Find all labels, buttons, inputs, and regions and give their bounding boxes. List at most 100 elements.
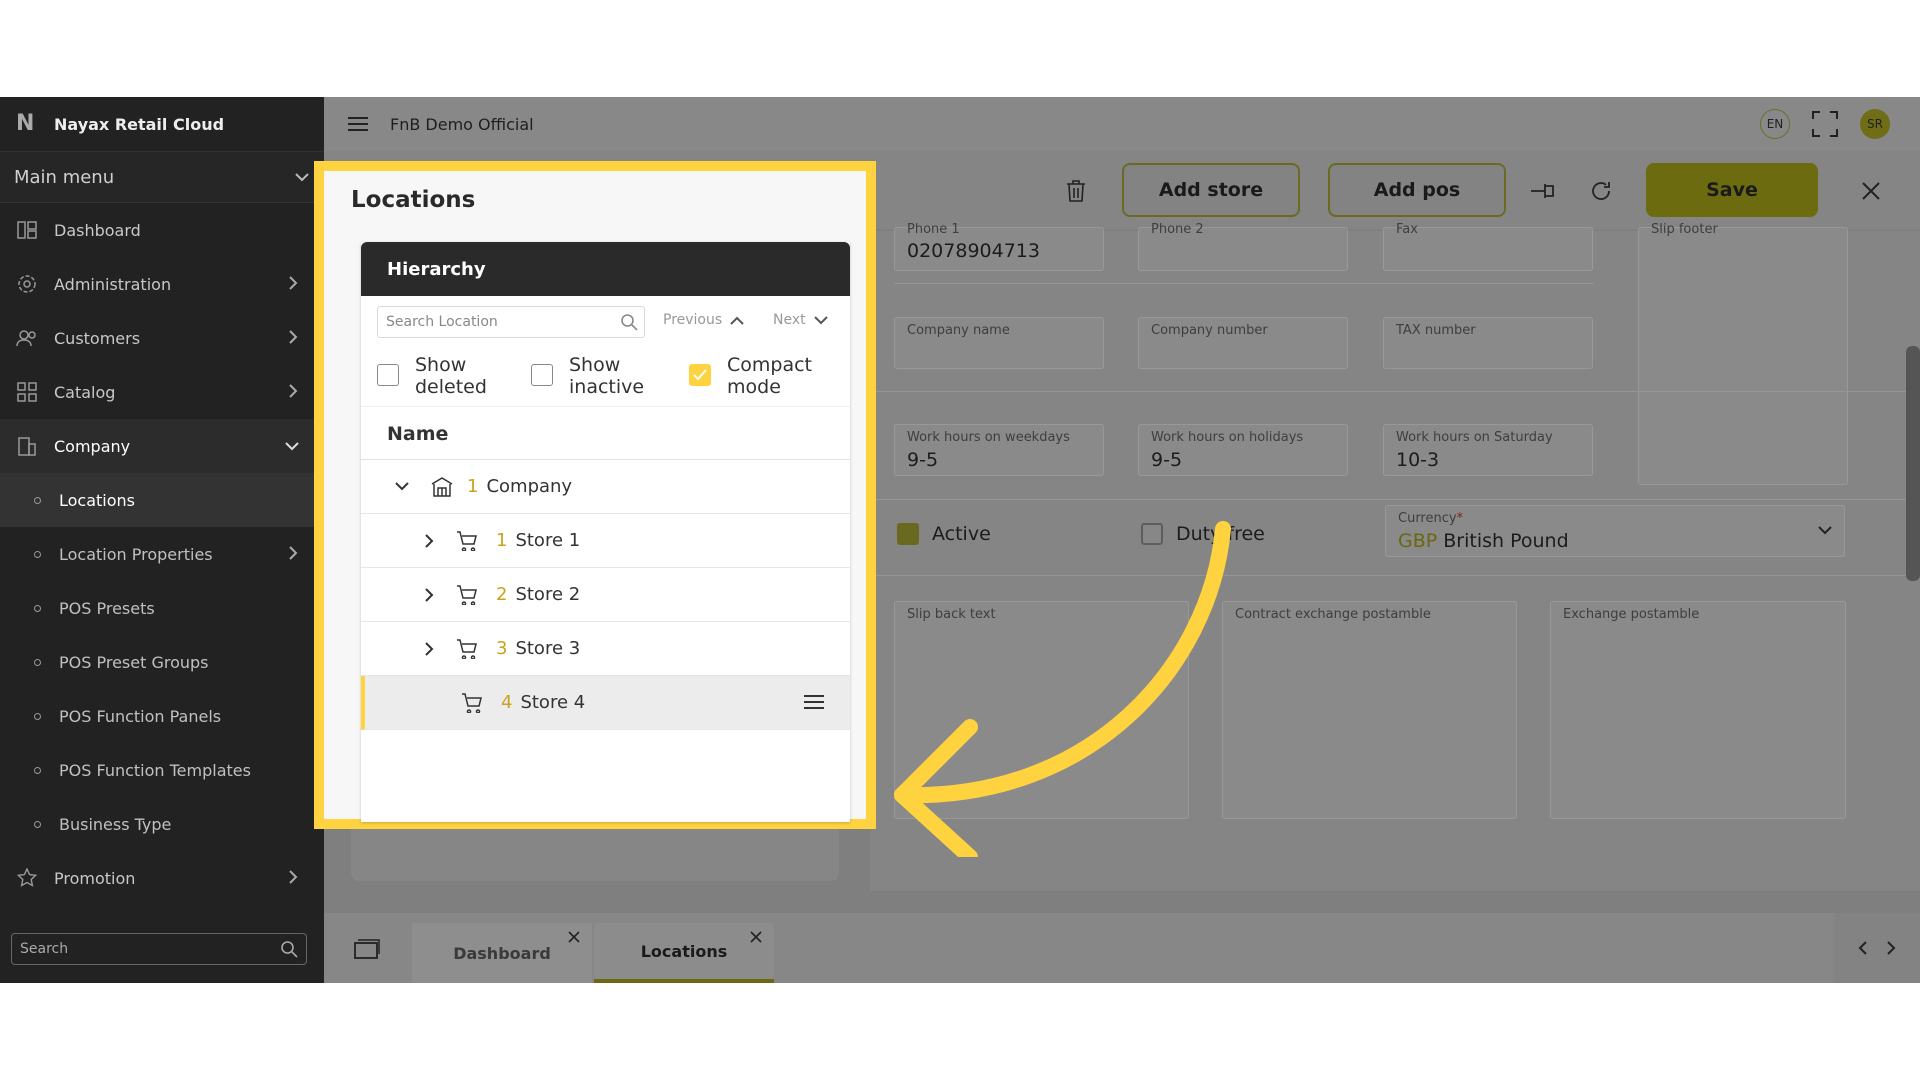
option-label-line: inactive xyxy=(569,376,645,398)
chevron-left-icon[interactable] xyxy=(1858,940,1868,956)
sidebar-item-label: Dashboard xyxy=(54,220,141,240)
sidebar-sub-pos-function-templates[interactable]: POS Function Templates xyxy=(0,743,324,797)
chevron-right-icon[interactable] xyxy=(425,587,434,602)
sidebar-search-input[interactable]: Search xyxy=(11,933,307,965)
chevron-right-icon xyxy=(289,276,298,290)
sidebar-sub-location-properties[interactable]: Location Properties xyxy=(0,527,324,581)
work-hours-holidays-field[interactable]: Work hours on holidays 9-5 xyxy=(1138,424,1348,476)
sidebar-item-dashboard[interactable]: Dashboard xyxy=(0,203,324,257)
customers-icon xyxy=(16,327,38,349)
compact-mode-checkbox[interactable] xyxy=(689,364,711,386)
name-column-header: Name xyxy=(361,406,850,460)
row-menu-icon[interactable] xyxy=(804,694,824,710)
tree-row-company[interactable]: 1 Company xyxy=(361,460,850,514)
windows-icon[interactable] xyxy=(354,939,380,959)
chevron-right-icon[interactable] xyxy=(425,533,434,548)
currency-select[interactable]: Currency* GBP British Pound xyxy=(1385,505,1845,557)
pin-icon[interactable] xyxy=(1530,182,1556,200)
nayax-logo-icon: N xyxy=(16,111,35,136)
locations-panel-highlight: Locations Hierarchy Search Location Prev… xyxy=(314,161,876,829)
sidebar-item-company[interactable]: Company xyxy=(0,419,324,473)
search-location-input[interactable]: Search Location xyxy=(377,306,645,338)
sidebar-item-catalog[interactable]: Catalog xyxy=(0,365,324,419)
show-inactive-checkbox[interactable] xyxy=(531,364,553,386)
show-deleted-label: Show deleted xyxy=(415,354,487,398)
field-label: TAX number xyxy=(1396,323,1476,338)
phone2-field[interactable]: Phone 2 xyxy=(1138,222,1348,271)
phone1-field[interactable]: Phone 1 02078904713 xyxy=(894,222,1104,271)
sidebar-item-customers[interactable]: Customers xyxy=(0,311,324,365)
close-icon[interactable] xyxy=(1862,182,1880,200)
fullscreen-icon[interactable] xyxy=(1812,111,1838,137)
tab-dashboard[interactable]: Dashboard xyxy=(412,923,592,983)
trash-icon[interactable] xyxy=(1066,180,1086,202)
sidebar-sub-label: Business Type xyxy=(59,814,172,834)
row-number: 4 xyxy=(501,692,513,713)
save-button[interactable]: Save xyxy=(1646,163,1818,217)
sidebar-item-promotion[interactable]: Promotion xyxy=(0,851,324,905)
work-hours-weekdays-field[interactable]: Work hours on weekdays 9-5 xyxy=(894,424,1104,476)
tab-locations[interactable]: Locations xyxy=(594,923,774,983)
tax-number-field[interactable]: TAX number xyxy=(1383,317,1593,369)
next-button[interactable]: Next xyxy=(773,312,828,328)
field-label: Slip footer xyxy=(1651,222,1718,237)
add-store-button[interactable]: Add store xyxy=(1122,163,1300,217)
currency-name: British Pound xyxy=(1443,530,1569,552)
currency-label: Currency xyxy=(1398,511,1457,526)
tree-row-store-1[interactable]: 1 Store 1 xyxy=(361,514,850,568)
chevron-down-icon[interactable] xyxy=(395,482,409,491)
field-label: Currency* xyxy=(1398,511,1463,526)
tree-row-store-4[interactable]: 4 Store 4 xyxy=(361,676,850,730)
tree-row-store-3[interactable]: 3 Store 3 xyxy=(361,622,850,676)
chevron-down-icon xyxy=(295,173,309,182)
exchange-postamble-field[interactable]: Exchange postamble xyxy=(1550,601,1846,819)
sidebar-sub-locations[interactable]: Locations xyxy=(0,473,324,527)
sidebar-sub-pos-presets[interactable]: POS Presets xyxy=(0,581,324,635)
tree-row-store-2[interactable]: 2 Store 2 xyxy=(361,568,850,622)
sidebar-sub-label: POS Presets xyxy=(59,598,155,618)
main-menu-toggle[interactable]: Main menu xyxy=(0,151,324,203)
hamburger-menu-icon[interactable] xyxy=(348,116,368,132)
search-icon xyxy=(621,314,638,331)
sidebar-sub-label: POS Function Panels xyxy=(59,706,222,726)
compact-mode-option[interactable]: Compact mode xyxy=(689,354,812,398)
add-pos-button[interactable]: Add pos xyxy=(1328,163,1506,217)
scrollbar[interactable] xyxy=(1906,346,1920,581)
previous-button[interactable]: Previous xyxy=(663,312,744,328)
option-label-line: Show xyxy=(569,354,621,376)
company-number-field[interactable]: Company number xyxy=(1138,317,1348,369)
avatar[interactable]: SR xyxy=(1860,109,1890,139)
close-icon[interactable] xyxy=(750,931,762,943)
show-deleted-option[interactable]: Show deleted xyxy=(377,354,487,398)
chevron-right-icon xyxy=(289,384,298,398)
hierarchy-header: Hierarchy xyxy=(361,242,850,296)
sidebar-sub-business-type[interactable]: Business Type xyxy=(0,797,324,851)
company-name-field[interactable]: Company name xyxy=(894,317,1104,369)
compact-mode-label: Compact mode xyxy=(727,354,812,398)
refresh-icon[interactable] xyxy=(1590,180,1612,202)
slip-footer-field[interactable]: Slip footer xyxy=(1638,222,1848,485)
work-hours-saturday-field[interactable]: Work hours on Saturday 10-3 xyxy=(1383,424,1593,476)
show-inactive-option[interactable]: Show inactive xyxy=(531,354,644,398)
chevron-right-icon[interactable] xyxy=(425,641,434,656)
fax-field[interactable]: Fax xyxy=(1383,222,1593,271)
field-value: 9-5 xyxy=(907,449,939,471)
close-icon[interactable] xyxy=(568,931,580,943)
language-button[interactable]: EN xyxy=(1760,109,1790,139)
sidebar-item-administration[interactable]: Administration xyxy=(0,257,324,311)
contract-exchange-postamble-field[interactable]: Contract exchange postamble xyxy=(1222,601,1517,819)
sidebar-sub-pos-function-panels[interactable]: POS Function Panels xyxy=(0,689,324,743)
search-icon xyxy=(281,941,298,958)
bullet-icon xyxy=(34,766,41,774)
sidebar-sub-pos-preset-groups[interactable]: POS Preset Groups xyxy=(0,635,324,689)
row-label: Store 4 xyxy=(520,692,586,713)
row-label: Store 1 xyxy=(515,530,581,551)
field-label: Company name xyxy=(907,323,1010,338)
row-number: 1 xyxy=(467,476,479,497)
field-label: Phone 2 xyxy=(1151,222,1204,237)
chevron-right-icon[interactable] xyxy=(1886,940,1896,956)
show-deleted-checkbox[interactable] xyxy=(377,364,399,386)
field-label: Contract exchange postamble xyxy=(1235,607,1431,622)
cart-icon xyxy=(457,584,477,605)
building-icon xyxy=(16,435,38,457)
